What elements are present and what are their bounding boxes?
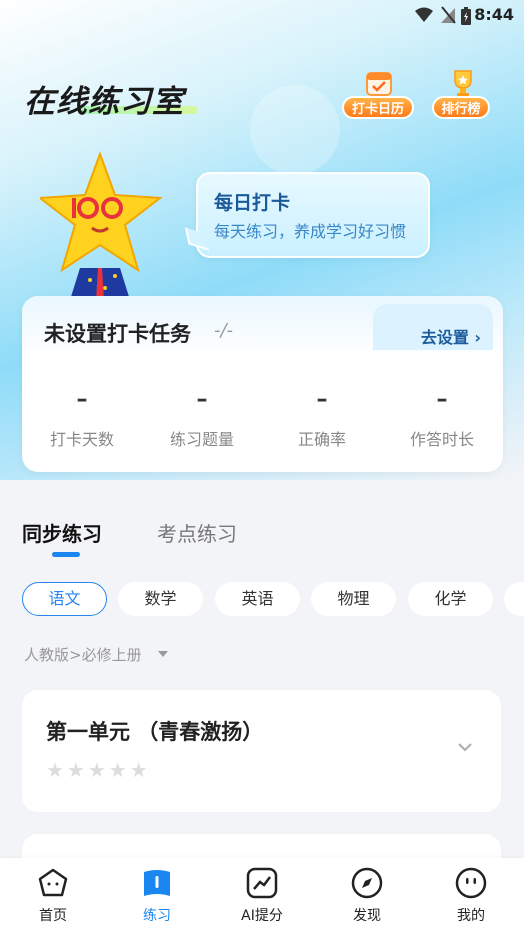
trophy-icon <box>454 70 472 96</box>
unit-title: 第一单元 （青春激扬） <box>46 720 264 744</box>
stat-label: 正确率 <box>297 430 346 449</box>
calendar-icon <box>366 72 392 96</box>
nav-practice-label: 练习 <box>143 908 171 924</box>
leaderboard-label: 排行榜 <box>432 96 490 119</box>
checkin-calendar-button[interactable]: 打卡日历 <box>342 68 414 122</box>
go-setup-link[interactable]: 去设置 › <box>421 324 481 348</box>
unit-star-rating: ★★★★★ <box>46 758 151 782</box>
subject-chip-more[interactable] <box>504 582 524 616</box>
nav-mine-label: 我的 <box>457 908 485 924</box>
stat-checkin-days: – 打卡天数 <box>22 387 142 450</box>
battery-icon <box>461 7 471 25</box>
subject-chip-english[interactable]: 英语 <box>215 582 300 616</box>
stat-value: – <box>76 387 88 412</box>
subject-chip-math[interactable]: 数学 <box>118 582 203 616</box>
nav-home[interactable]: 首页 <box>8 866 98 925</box>
home-icon <box>38 868 68 897</box>
status-time: 8:44 <box>474 5 514 24</box>
checkin-calendar-label: 打卡日历 <box>342 96 414 119</box>
daily-checkin-bubble: 每日打卡 每天练习，养成学习好习惯 <box>196 172 430 258</box>
edition-selector[interactable]: 人教版>必修上册 <box>24 644 142 665</box>
stat-accuracy: – 正确率 <box>262 387 382 450</box>
task-title: 未设置打卡任务 <box>44 322 191 346</box>
trend-chart-icon <box>246 867 278 899</box>
profile-icon <box>455 867 487 899</box>
book-icon <box>144 870 170 896</box>
subject-chip-chinese[interactable]: 语文 <box>22 582 107 616</box>
compass-icon <box>351 867 383 899</box>
stat-label: 练习题量 <box>169 430 234 449</box>
stat-answer-time: – 作答时长 <box>382 387 502 450</box>
bubble-title: 每日打卡 <box>214 192 291 214</box>
wifi-icon <box>415 7 433 22</box>
nav-home-label: 首页 <box>39 908 67 924</box>
status-bar: 8:44 <box>0 0 524 30</box>
tab-indicator <box>52 552 80 557</box>
nav-practice[interactable]: 练习 <box>112 866 202 925</box>
nav-mine[interactable]: 我的 <box>426 866 516 925</box>
stat-value: – <box>196 387 208 412</box>
subject-chips: 语文 数学 英语 物理 化学 <box>0 582 524 618</box>
nav-discover[interactable]: 发现 <box>322 866 412 925</box>
bottom-navigation: 首页 练习 AI提分 发现 我的 <box>0 858 524 931</box>
bubble-subtitle: 每天练习，养成学习好习惯 <box>214 222 407 241</box>
task-suffix: -/- <box>214 320 234 341</box>
subject-chip-chemistry[interactable]: 化学 <box>408 582 493 616</box>
unit-card[interactable]: 第一单元 （青春激扬） ★★★★★ <box>22 690 501 812</box>
caret-down-icon <box>158 651 168 657</box>
stat-value: – <box>436 387 448 412</box>
subject-chip-physics[interactable]: 物理 <box>311 582 396 616</box>
nav-discover-label: 发现 <box>353 908 381 924</box>
tab-point-practice[interactable]: 考点练习 <box>157 518 237 547</box>
star-mascot <box>40 151 163 300</box>
stat-label: 打卡天数 <box>49 430 114 449</box>
checkin-task-card: 未设置打卡任务 -/- 去设置 › – 打卡天数 – 练习题量 – 正确率 – … <box>22 296 503 472</box>
page-title: 在线练习室 <box>24 84 184 120</box>
stat-label: 作答时长 <box>409 430 474 449</box>
practice-tabs: 同步练习 考点练习 <box>0 514 524 564</box>
tab-sync-practice[interactable]: 同步练习 <box>22 518 102 547</box>
nav-ai-boost[interactable]: AI提分 <box>217 866 307 925</box>
stat-value: – <box>316 387 328 412</box>
leaderboard-button[interactable]: 排行榜 <box>432 68 494 122</box>
stat-practice-count: – 练习题量 <box>142 387 262 450</box>
nav-ai-label: AI提分 <box>241 908 283 924</box>
chevron-down-icon[interactable] <box>457 742 473 752</box>
no-signal-icon <box>441 6 456 24</box>
